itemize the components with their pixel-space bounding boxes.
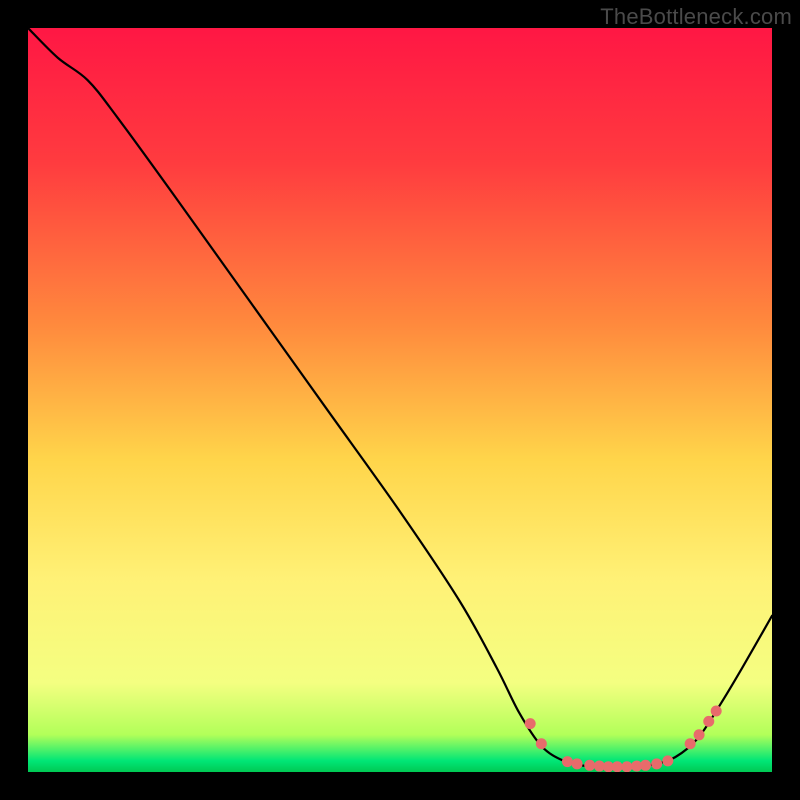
data-point	[651, 758, 662, 769]
data-point	[562, 756, 573, 767]
data-point	[694, 729, 705, 740]
chart-svg	[28, 28, 772, 772]
plot-area	[28, 28, 772, 772]
data-point	[621, 761, 632, 772]
chart-frame: TheBottleneck.com	[0, 0, 800, 800]
data-point	[662, 755, 673, 766]
data-point	[584, 760, 595, 771]
data-point	[536, 738, 547, 749]
data-point	[703, 716, 714, 727]
gradient-background	[28, 28, 772, 772]
data-point	[612, 761, 623, 772]
data-point	[525, 718, 536, 729]
data-point	[685, 738, 696, 749]
data-point	[572, 758, 583, 769]
data-point	[640, 760, 651, 771]
data-point	[711, 705, 722, 716]
watermark-text: TheBottleneck.com	[600, 4, 792, 30]
